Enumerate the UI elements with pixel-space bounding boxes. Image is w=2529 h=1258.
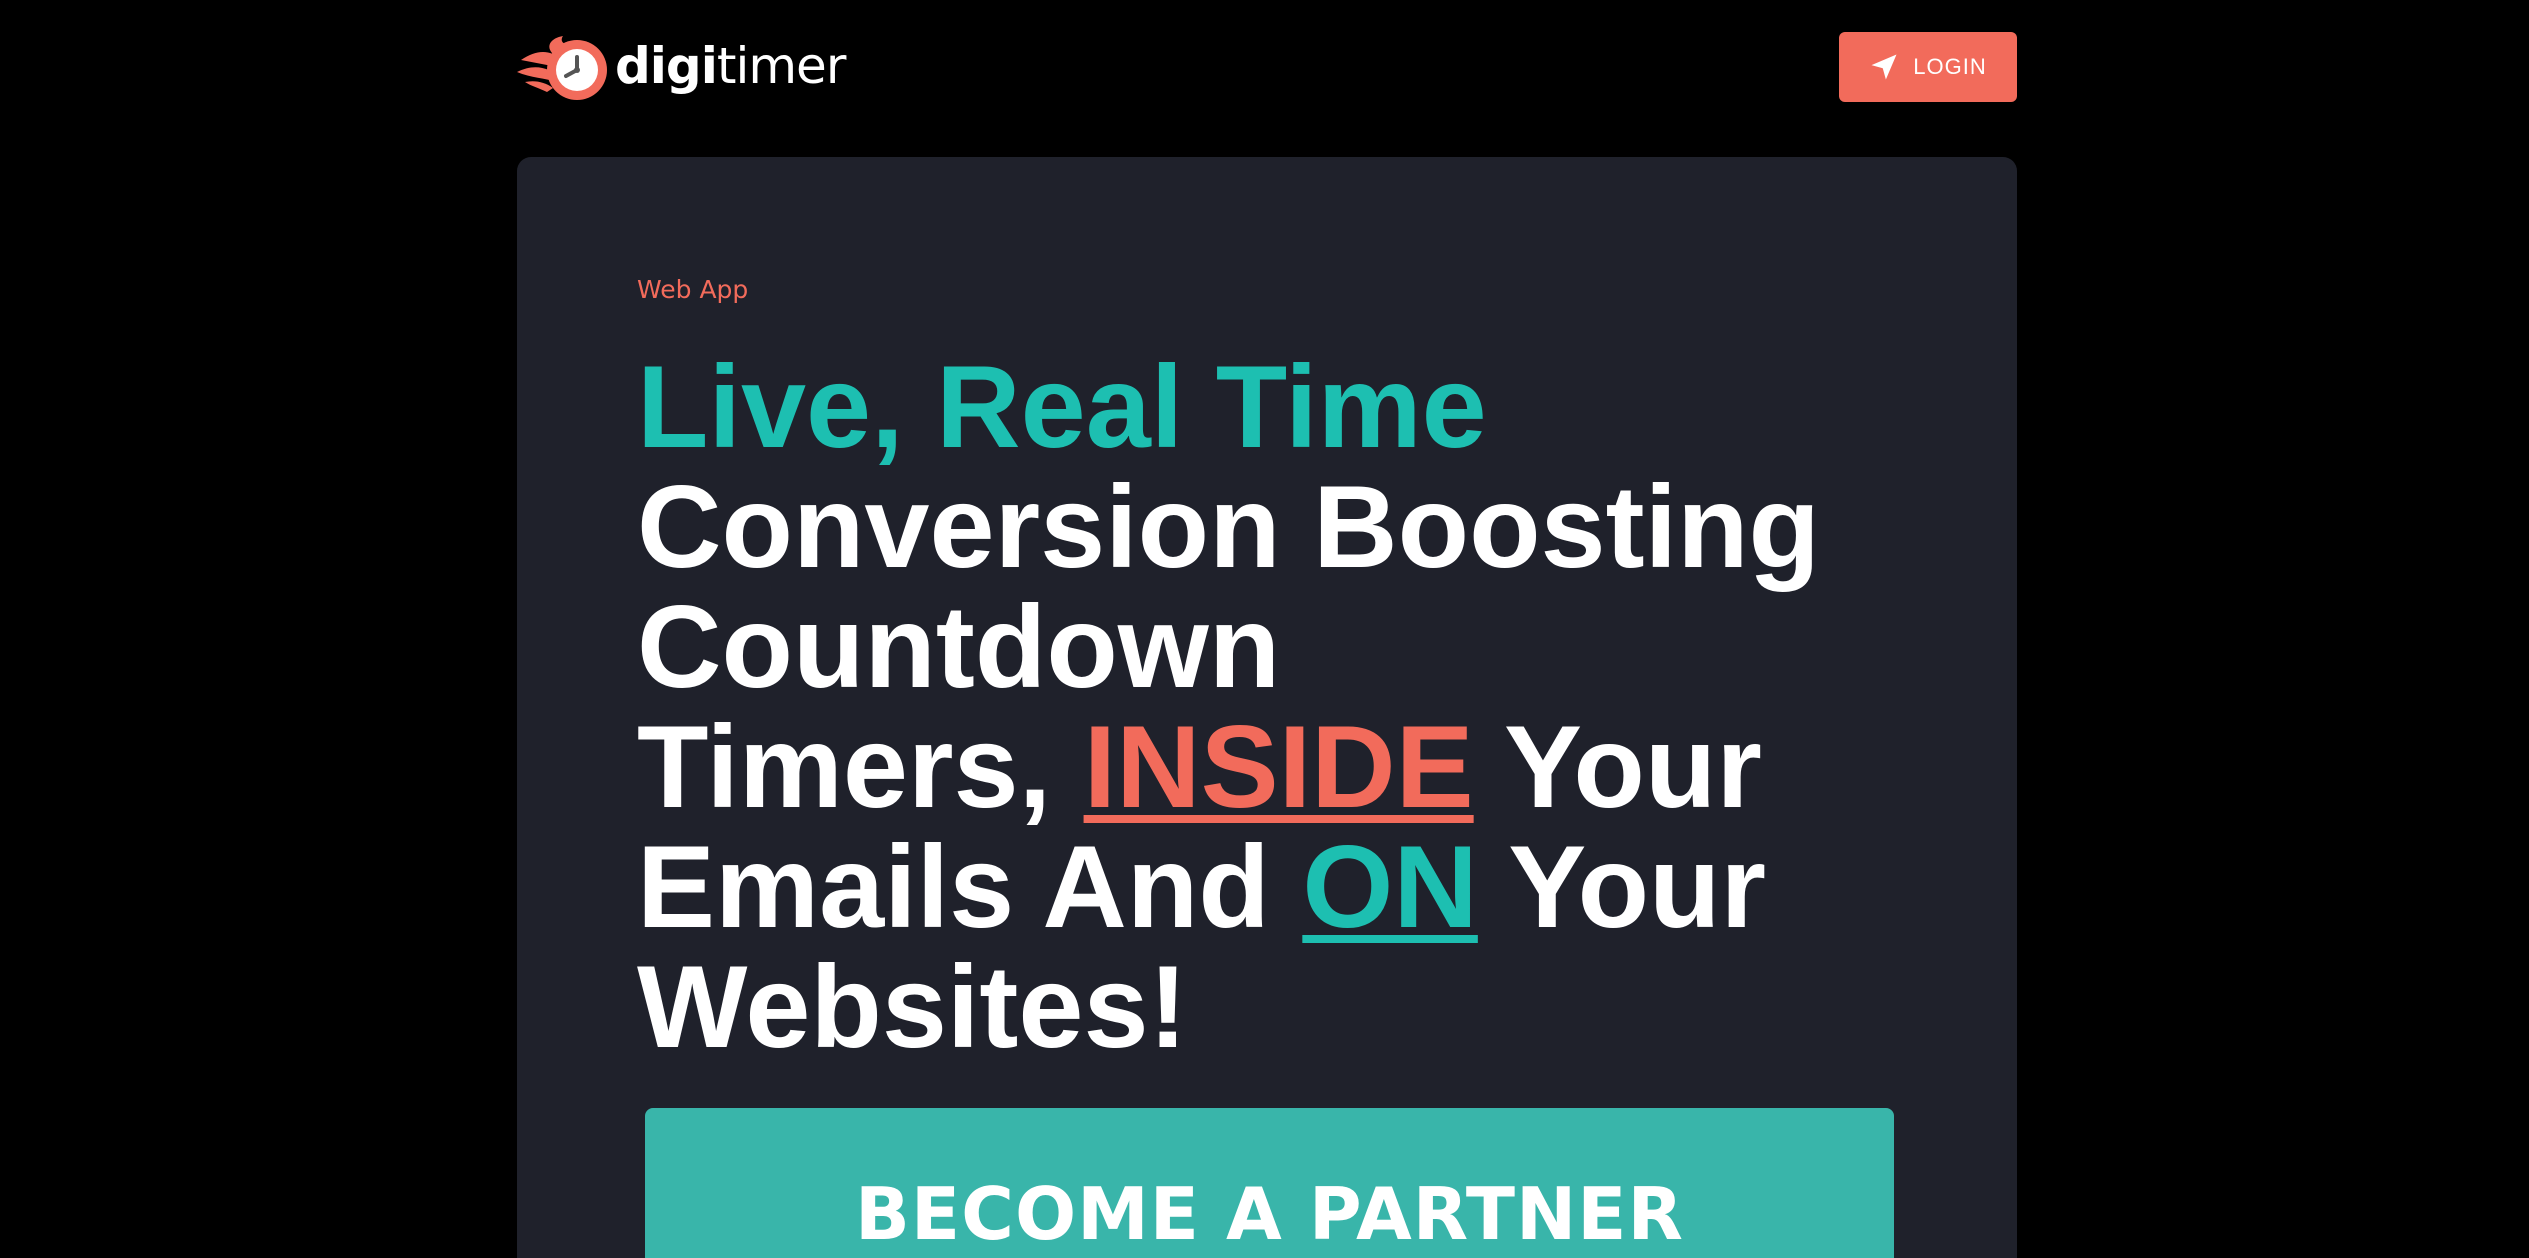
login-label: LOGIN <box>1913 54 1987 79</box>
headline-line-4: Timers, INSIDE Your <box>637 707 1937 827</box>
hero-headline: Live, Real Time Conversion Boosting Coun… <box>637 347 1937 1067</box>
headline-line-4-end: Your <box>1473 701 1762 832</box>
headline-line-3: Countdown <box>637 581 1281 712</box>
navigation-arrow-icon <box>1871 54 1897 80</box>
headline-line-5-end: Your <box>1477 821 1767 952</box>
hero-kicker: Web App <box>637 275 749 304</box>
headline-highlight-on: ON <box>1302 821 1478 952</box>
become-partner-button[interactable]: BECOME A PARTNER <box>645 1108 1894 1258</box>
flaming-clock-icon <box>517 30 613 102</box>
headline-line-6: Websites! <box>637 941 1188 1072</box>
logo[interactable]: digitimer <box>517 30 847 102</box>
become-partner-label: BECOME A PARTNER <box>855 1172 1684 1256</box>
site-header: digitimer LOGIN <box>517 28 2017 104</box>
headline-highlight-inside: INSIDE <box>1083 701 1474 832</box>
logo-wordmark: digitimer <box>615 30 847 102</box>
headline-line-5-start: Emails And <box>637 821 1303 952</box>
headline-line-1: Live, Real Time <box>637 341 1487 472</box>
logo-light: timer <box>716 37 847 95</box>
headline-line-2: Conversion Boosting <box>637 461 1821 592</box>
page: digitimer LOGIN Web App Live, Real Time … <box>0 0 2529 1258</box>
logo-bold: digi <box>615 37 718 95</box>
hero-card: Web App Live, Real Time Conversion Boost… <box>517 157 2017 1258</box>
headline-line-4-start: Timers, <box>637 701 1084 832</box>
login-button[interactable]: LOGIN <box>1839 32 2017 102</box>
headline-line-5: Emails And ON Your <box>637 827 1937 947</box>
